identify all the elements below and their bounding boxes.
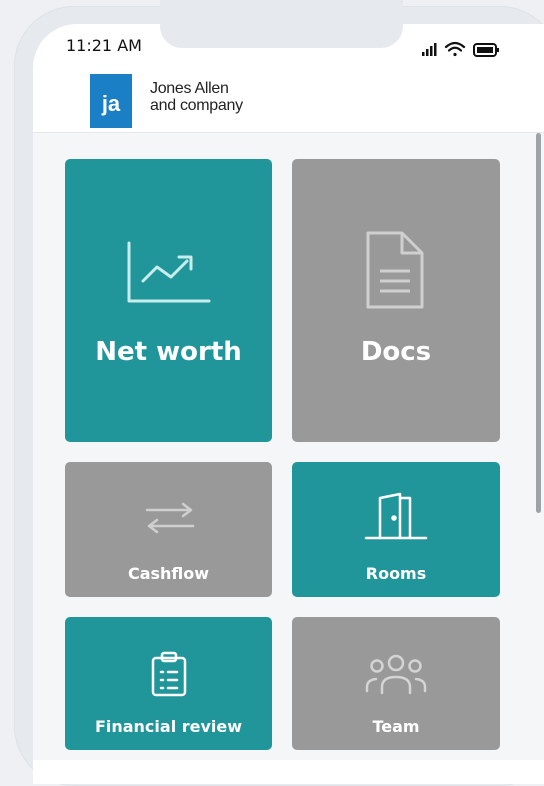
tile-financial-review[interactable]: Financial review (65, 617, 272, 750)
document-icon (366, 231, 424, 309)
tile-docs-label: Docs (360, 337, 432, 367)
company-name: Jones Allen and company (150, 80, 243, 114)
tile-rooms-label: Rooms (365, 564, 427, 583)
tile-rooms[interactable]: Rooms (292, 462, 500, 597)
status-icons (422, 41, 499, 57)
status-time: 11:21 AM (66, 36, 142, 55)
scrollbar[interactable] (536, 133, 541, 513)
phone-notch (160, 0, 403, 48)
tile-team[interactable]: Team (292, 617, 500, 750)
clipboard-icon (151, 651, 187, 697)
company-name-line1: Jones Allen (150, 80, 229, 97)
tile-net-worth-label: Net worth (95, 337, 242, 367)
chart-line-up-icon (127, 241, 211, 303)
tile-cashflow-label: Cashflow (127, 564, 210, 583)
app-header: ja Jones Allen and company (33, 70, 544, 133)
door-icon (364, 492, 428, 540)
logo-initials: ja (101, 91, 121, 116)
wifi-icon (444, 41, 466, 57)
arrows-exchange-icon (145, 502, 195, 534)
company-logo[interactable]: ja (90, 74, 132, 128)
tile-docs[interactable]: Docs (292, 159, 500, 442)
signal-icon (422, 43, 437, 56)
tile-team-label: Team (372, 717, 420, 736)
battery-icon (473, 43, 499, 57)
company-name-line2: and company (150, 97, 243, 114)
tile-cashflow[interactable]: Cashflow (65, 462, 272, 597)
tile-financial-review-label: Financial review (94, 717, 243, 736)
team-icon (365, 654, 427, 695)
tile-net-worth[interactable]: Net worth (65, 159, 272, 442)
